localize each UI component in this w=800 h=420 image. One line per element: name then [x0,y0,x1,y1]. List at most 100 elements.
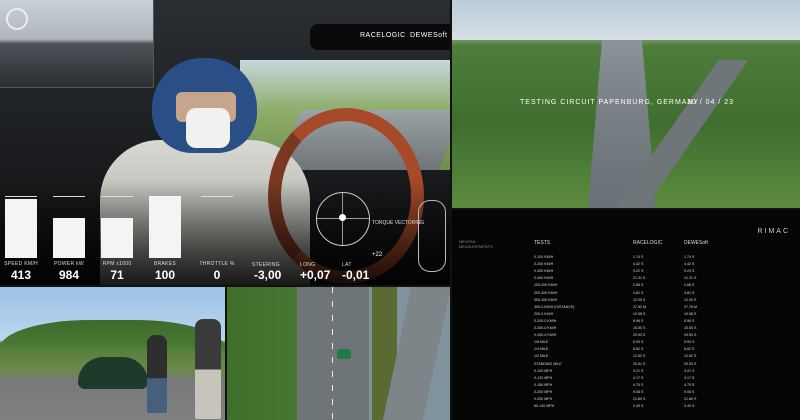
test-name: 0-120 MPH [534,375,553,380]
racelogic-value: 4.75 S [633,382,644,387]
dewesoft-value: 4.81 S [684,290,695,295]
racelogic-header: RACELOGIC [633,240,663,246]
racelogic-logo: RACELOGIC [360,32,406,39]
driver-mask [186,108,230,148]
circuit-location: TESTING CIRCUIT PAPENBURG, GERMANY [520,99,700,106]
racelogic-value: 4.81 S [633,290,644,295]
table-row: 60-130 MPH 2.49 S 2.49 S [452,403,800,411]
brakes-gauge: BRAKES 100 [144,182,186,282]
racelogic-value: 9.08 S [633,389,644,394]
g-force-dot [339,214,346,221]
test-name: STANDING MILE [534,361,562,366]
test-name: 0-400-0 KM/H [534,333,557,338]
tree-line [0,320,225,348]
gauge-label: RPM x1000 [102,261,132,267]
test-name: 60-130 MPH [534,404,555,409]
gauge-label: SPEED KM/H [4,261,38,267]
rimac-car [78,357,148,389]
test-name: 0-300 KM/H [534,269,554,274]
test-name: 0-200-0 KM/H [534,318,557,323]
rimac-car-topdown [337,349,351,359]
racelogic-value: 2.68 S [633,283,644,288]
test-name: 0-250 MPH [534,397,553,401]
test-name: 100-200 KM/H [534,283,558,288]
dewesoft-logo: DEWESoft [410,32,448,39]
racelogic-value: 4.17 S [633,375,644,380]
dewesoft-value: 10.58 S [684,311,697,316]
test-name: 0-150 MPH [534,382,553,387]
dewesoft-value: 20.53 S [684,361,697,366]
gauge-value: 100 [154,268,176,282]
dewesoft-value: 1.74 S [684,255,695,259]
dewesoft-value: 4.17 S [684,375,695,380]
gauge-fill [53,217,85,258]
test-name: 0-100 MPH [534,368,553,373]
gauge-value: 0 [213,268,221,282]
test-name: 200-300 KM/H [534,290,558,295]
measurements-label: NEVERA MEASUREMENTS [459,239,493,249]
gauge-label: THROTTLE % [199,261,235,267]
gauge-fill [149,196,181,258]
test-name: 0-300-0 KM/H [534,326,557,330]
gauge-label: BRAKES [153,261,177,267]
cockpit-video-panel: RACELOGIC DEWESoft SPEED KM/H 413 POWER … [0,0,450,285]
sky [452,0,800,40]
person-clapping [147,335,167,413]
dewesoft-value: 27.76 M [684,304,697,309]
steering-value: -3,00 [254,268,282,282]
rimac-logo-icon [6,8,28,30]
dewesoft-header: DEWESoft [684,240,708,246]
gauge-fill [5,199,37,258]
dewesoft-value: 29.93 S [684,333,697,338]
results-table-panel: RIMAC NEVERA MEASUREMENTS TESTS RACELOGI… [452,210,800,420]
dewesoft-value: 2.49 S [684,404,695,409]
racelogic-value: 1.74 S [633,255,644,259]
racelogic-value: 21.89 S [633,397,646,401]
racelogic-value: 3.21 S [633,368,644,373]
person-standing [195,319,221,419]
tests-header: TESTS [534,240,551,246]
test-name: 0-200 KM/H [534,262,554,267]
racelogic-value: 9.22 S [633,269,644,274]
trackside-photo-panel [0,287,225,420]
front-camera-inset [0,0,154,88]
test-name: 1/2 MILE [534,354,549,359]
test-name: 0-400 KM/H [534,276,554,281]
gauge-label: POWER kW [54,261,84,267]
racelogic-value: 27.52 M [633,304,646,309]
drone-run-panel [227,287,450,420]
racelogic-value: 4.42 S [633,262,644,267]
dewesoft-value: 15.50 S [684,326,697,330]
dewesoft-value: 8.96 S [684,318,695,323]
racelogic-value: 20.51 S [633,361,646,366]
test-name: 300-0 KM/H (DISTANCE) [534,304,575,309]
aerial-circuit-panel: TESTING CIRCUIT PAPENBURG, GERMANY 30 / … [452,0,800,208]
racelogic-value: 5.93 S [633,340,644,345]
gauge-fill [101,217,133,258]
long-g-value: +0,07 [300,268,331,282]
sponsor-bar: RACELOGIC DEWESoft [310,24,450,50]
racelogic-value: 2.49 S [633,404,644,409]
racelogic-value: 15.50 S [633,326,646,330]
test-name: 0-200 MPH [534,389,553,394]
racelogic-value: 8.62 S [633,347,644,352]
racelogic-value: 29.93 S [633,333,646,338]
dewesoft-value: 12.09 S [684,297,697,302]
racelogic-value: 12.09 S [633,297,646,302]
dewesoft-value: 5.93 S [684,340,695,345]
dewesoft-value: 9.23 S [684,269,695,274]
test-name: 1/4 MILE [534,347,549,352]
test-name: 1/8 MILE [534,340,549,345]
throttle-gauge: THROTTLE % 0 [196,182,238,282]
car-outline-icon [418,200,446,272]
dewesoft-value: 21.31 S [684,276,697,281]
test-date: 30 / 04 / 23 [687,99,735,106]
dewesoft-value: 2.68 S [684,283,695,288]
dewesoft-value: 3.21 S [684,368,695,373]
racelogic-value: 12.82 S [633,354,646,359]
dewesoft-value: 4.75 S [684,382,695,387]
speed-gauge: SPEED KM/H 413 [0,182,42,282]
dewesoft-value: 4.42 S [684,262,695,267]
rimac-logo: RIMAC [757,228,790,235]
dewesoft-value: 8.62 S [684,347,695,352]
